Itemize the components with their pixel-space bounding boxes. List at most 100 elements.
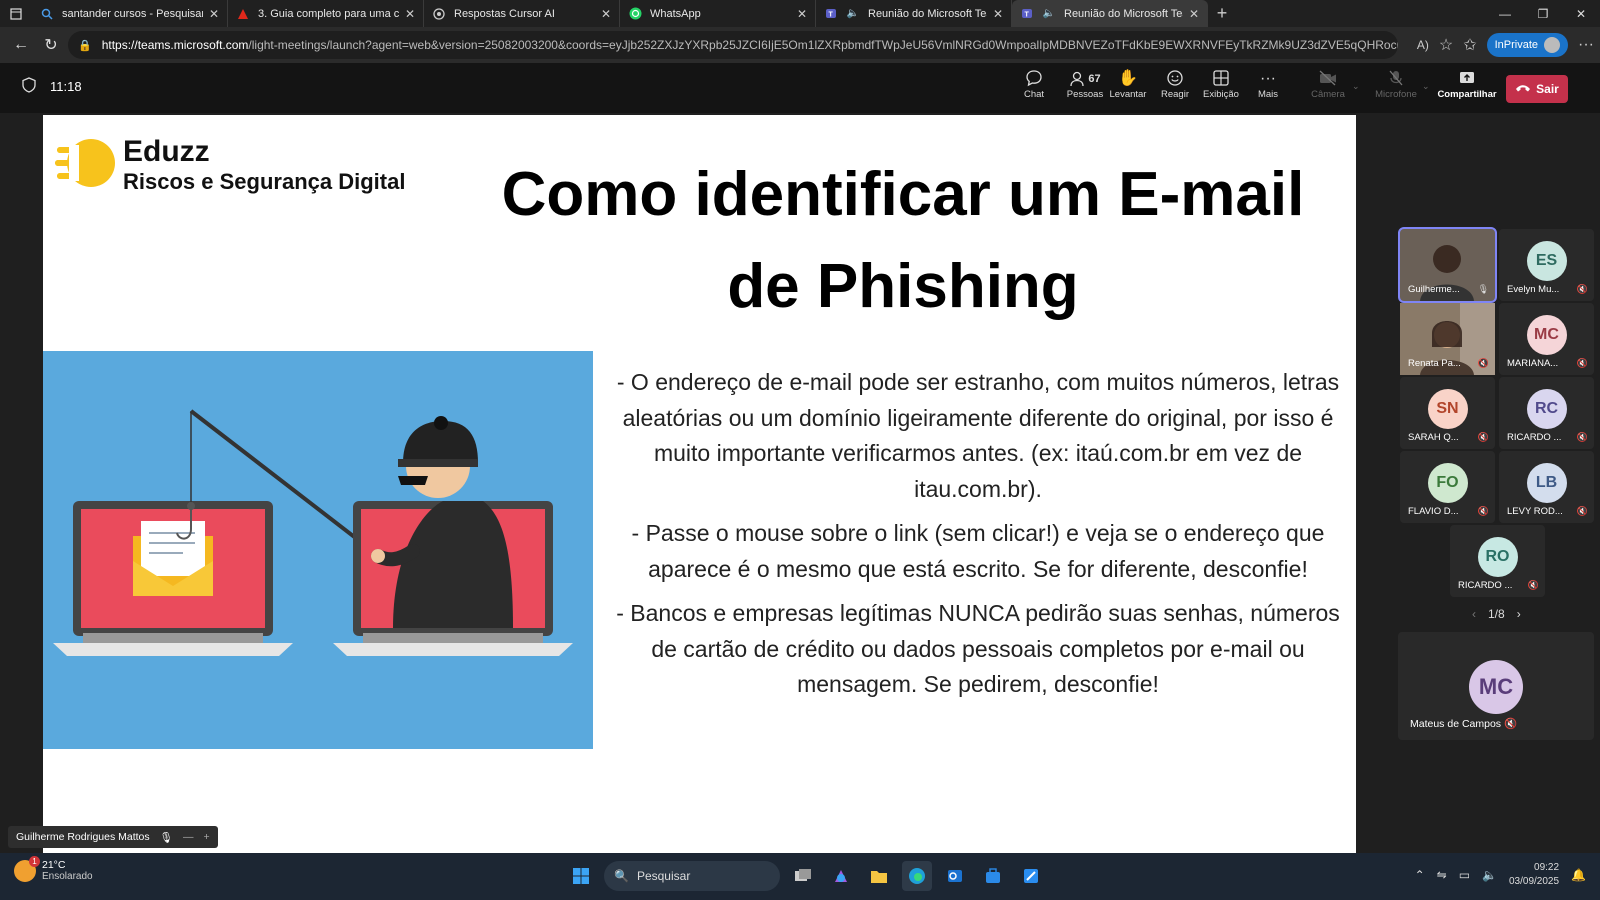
chat-button[interactable]: Chat: [1011, 69, 1057, 109]
participant-name: SARAH Q...: [1408, 432, 1459, 443]
tab-cursor-ai[interactable]: Respostas Cursor AI ✕: [424, 0, 620, 27]
view-button[interactable]: Exibição: [1198, 69, 1244, 109]
notification-bell-icon[interactable]: 🔔: [1571, 868, 1586, 882]
close-tab-icon[interactable]: ✕: [797, 7, 807, 21]
phone-hangup-icon: [1515, 82, 1531, 96]
featured-participant-tile[interactable]: MC Mateus de Campos 🔇: [1398, 632, 1594, 740]
close-tab-icon[interactable]: ✕: [209, 7, 219, 21]
tab-guia[interactable]: 3. Guia completo para uma casa o ✕: [228, 0, 424, 27]
close-tab-icon[interactable]: ✕: [993, 7, 1003, 21]
participant-name: Evelyn Mu...: [1507, 284, 1560, 295]
taskbar-search[interactable]: 🔍 Pesquisar: [604, 861, 780, 891]
file-explorer-icon[interactable]: [864, 861, 894, 891]
outlook-icon[interactable]: [940, 861, 970, 891]
participant-avatar: FO: [1427, 463, 1468, 503]
url-field[interactable]: 🔒 https://teams.microsoft.com /light-mee…: [68, 31, 1398, 59]
close-tab-icon[interactable]: ✕: [405, 7, 415, 21]
chevron-up-icon[interactable]: ⌃: [1415, 868, 1425, 882]
chevron-left-icon[interactable]: ‹: [1472, 607, 1476, 621]
react-button[interactable]: Reagir: [1152, 69, 1198, 109]
reload-icon[interactable]: ↻: [36, 35, 66, 55]
participant-tile[interactable]: SN SARAH Q... 🔇: [1400, 377, 1495, 449]
system-tray: ⌃ ⇋ ▭ 🔈 09:22 03/09/2025 🔔: [1415, 861, 1586, 889]
meeting-time: 11:18: [50, 79, 82, 94]
url-path: /light-meetings/launch?agent=web&version…: [248, 38, 1398, 52]
tab-title: Respostas Cursor AI: [454, 7, 555, 20]
raise-hand-button[interactable]: ✋ Levantar: [1105, 69, 1151, 109]
chevron-right-icon[interactable]: ›: [1517, 607, 1521, 621]
mic-label: Microfone: [1375, 89, 1417, 100]
participant-tile[interactable]: RC RICARDO ... 🔇: [1499, 377, 1594, 449]
windows-start-icon[interactable]: [566, 861, 596, 891]
close-tab-icon[interactable]: ✕: [1189, 7, 1199, 21]
participant-tile[interactable]: RO RICARDO ... 🔇: [1450, 525, 1545, 597]
browser-menu-icon[interactable]: ···: [1578, 36, 1594, 54]
edge-icon[interactable]: [902, 861, 932, 891]
tab-whatsapp[interactable]: WhatsApp ✕: [620, 0, 816, 27]
task-view-icon[interactable]: [788, 861, 818, 891]
whatsapp-icon: [628, 7, 642, 21]
self-view-label[interactable]: Guilherme Rodrigues Mattos 🎙 — +: [8, 826, 218, 848]
microphone-button[interactable]: Microfone: [1370, 69, 1422, 109]
clock[interactable]: 09:22 03/09/2025: [1509, 861, 1559, 889]
back-icon[interactable]: ←: [6, 36, 36, 54]
participant-tile[interactable]: FO FLAVIO D... 🔇: [1400, 451, 1495, 523]
volume-icon[interactable]: 🔈: [1482, 868, 1497, 882]
windows-taskbar: 21°C Ensolarado 🔍 Pesquisar ⌃ ⇋ ▭ 🔈 09:2…: [0, 853, 1600, 900]
adobe-icon: [236, 7, 250, 21]
featured-avatar: MC: [1469, 660, 1523, 714]
new-tab-button[interactable]: +: [1208, 3, 1236, 24]
window-controls: — ❐ ✕: [1486, 0, 1600, 27]
bullet-hover-link: - Passe o mouse sobre o link (sem clicar…: [631, 520, 1325, 582]
pin-icon[interactable]: —: [183, 831, 194, 843]
mic-off-icon: 🔇: [1576, 506, 1588, 516]
meeting-stage: Eduzz Riscos e Segurança Digital Como id…: [0, 113, 1600, 853]
participant-tile[interactable]: ES Evelyn Mu... 🔇: [1499, 229, 1594, 301]
camera-button[interactable]: Câmera: [1305, 69, 1351, 109]
slide-bullets: - O endereço de e-mail pode ser estranho…: [603, 365, 1353, 712]
inprivate-badge[interactable]: InPrivate: [1486, 33, 1569, 57]
tab-santander-search[interactable]: santander cursos - Pesquisar ✕: [32, 0, 228, 27]
add-icon[interactable]: +: [203, 831, 209, 843]
tab-teams-2[interactable]: T 🔈 Reunião do Microsoft Teams ✕: [1012, 0, 1208, 27]
store-icon[interactable]: [978, 861, 1008, 891]
participant-avatar: MC: [1526, 315, 1567, 355]
hand-icon: ✋: [1118, 70, 1138, 87]
participant-name: LEVY ROD...: [1507, 506, 1563, 517]
participant-avatar: RO: [1477, 537, 1518, 577]
copilot-icon[interactable]: [826, 861, 856, 891]
ai-icon: [432, 7, 446, 21]
share-button[interactable]: Compartilhar: [1436, 69, 1498, 109]
minimize-icon[interactable]: —: [1486, 0, 1524, 27]
tab-teams-1[interactable]: T 🔈 Reunião do Microsoft Teams ✕: [816, 0, 1012, 27]
svg-text:T: T: [828, 12, 833, 19]
camera-options-chevron-icon[interactable]: ⌄: [1352, 81, 1360, 92]
participant-tile[interactable]: MC MARIANA... 🔇: [1499, 303, 1594, 375]
close-tab-icon[interactable]: ✕: [601, 7, 611, 21]
weather-temp: 21°C: [42, 859, 66, 871]
participant-tile[interactable]: Guilherme... 🎙: [1398, 227, 1497, 303]
restore-icon[interactable]: ❐: [1524, 0, 1562, 27]
mic-options-chevron-icon[interactable]: ⌄: [1422, 81, 1430, 92]
speaker-icon[interactable]: 🔈: [1042, 7, 1056, 21]
more-button[interactable]: ··· Mais: [1245, 69, 1291, 109]
network-icon[interactable]: ⇋: [1437, 868, 1447, 882]
mic-off-icon: 🔇: [1503, 718, 1518, 730]
tab-title: Reunião do Microsoft Teams: [868, 7, 987, 20]
mic-off-icon: 🔇: [1477, 432, 1489, 442]
app-icon[interactable]: [1016, 861, 1046, 891]
read-aloud-icon[interactable]: A): [1417, 38, 1429, 52]
leave-button[interactable]: Sair: [1506, 75, 1568, 103]
favorites-icon[interactable]: ✩: [1463, 35, 1476, 55]
participant-tile[interactable]: Renata Pa... 🔇: [1400, 303, 1495, 375]
weather-widget[interactable]: 21°C Ensolarado: [14, 855, 93, 882]
clock-time: 09:22: [1534, 862, 1560, 873]
display-icon[interactable]: ▭: [1459, 868, 1470, 882]
tab-actions-icon[interactable]: [0, 0, 32, 27]
participant-name: FLAVIO D...: [1408, 506, 1459, 517]
participant-tile[interactable]: LB LEVY ROD... 🔇: [1499, 451, 1594, 523]
close-window-icon[interactable]: ✕: [1562, 0, 1600, 27]
favorite-star-icon[interactable]: ☆: [1439, 35, 1453, 55]
participant-avatar: ES: [1526, 241, 1567, 281]
speaker-icon[interactable]: 🔈: [846, 7, 860, 21]
